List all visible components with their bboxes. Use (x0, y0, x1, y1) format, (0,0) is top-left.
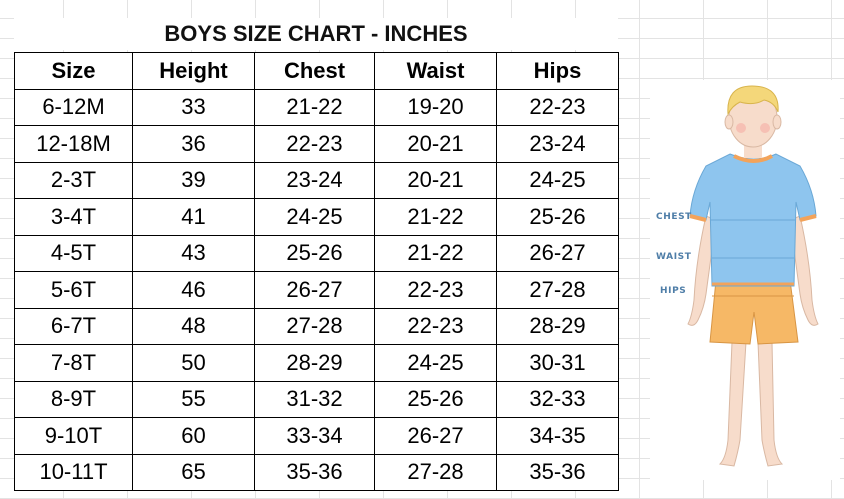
cell-chest: 22-23 (254, 125, 375, 163)
column-header-waist: Waist (374, 52, 497, 90)
column-header-hips: Hips (496, 52, 619, 90)
cell-size: 2-3T (14, 161, 133, 199)
cell-size: 6-12M (14, 88, 133, 126)
cell-height: 48 (132, 307, 255, 345)
cell-size: 9-10T (14, 417, 133, 455)
table-row: 10-11T 65 35-36 27-28 35-36 (14, 453, 619, 491)
cell-height: 50 (132, 344, 255, 382)
cell-hips: 24-25 (496, 161, 619, 199)
header-row: Size Height Chest Waist Hips (14, 52, 619, 90)
chart-title: BOYS SIZE CHART - INCHES (14, 18, 618, 50)
cell-height: 33 (132, 88, 255, 126)
cell-waist: 21-22 (374, 234, 497, 272)
cell-height: 55 (132, 380, 255, 418)
cell-hips: 22-23 (496, 88, 619, 126)
cell-hips: 28-29 (496, 307, 619, 345)
size-chart-table: Size Height Chest Waist Hips 6-12M 33 21-2… (14, 52, 619, 491)
cell-chest: 27-28 (254, 307, 375, 345)
cell-waist: 26-27 (374, 417, 497, 455)
column-header-chest: Chest (254, 52, 375, 90)
cell-waist: 24-25 (374, 344, 497, 382)
column-header-height: Height (132, 52, 255, 90)
cell-waist: 22-23 (374, 307, 497, 345)
cell-chest: 33-34 (254, 417, 375, 455)
chest-label: CHEST (656, 212, 692, 222)
table-row: 5-6T 46 26-27 22-23 27-28 (14, 271, 619, 309)
cell-waist: 21-22 (374, 198, 497, 236)
cell-chest: 31-32 (254, 380, 375, 418)
cell-hips: 32-33 (496, 380, 619, 418)
table-body: 6-12M 33 21-22 19-20 22-23 12-18M 36 22-23 20-21… (14, 88, 619, 491)
left-leg (718, 341, 747, 467)
cell-height: 41 (132, 198, 255, 236)
table-row: 9-10T 60 33-34 26-27 34-35 (14, 417, 619, 455)
cell-chest: 25-26 (254, 234, 375, 272)
left-cheek (736, 123, 746, 133)
cell-chest: 28-29 (254, 344, 375, 382)
cell-size: 12-18M (14, 125, 133, 163)
cell-height: 43 (132, 234, 255, 272)
table-row: 7-8T 50 28-29 24-25 30-31 (14, 344, 619, 382)
cell-waist: 27-28 (374, 453, 497, 491)
cell-height: 65 (132, 453, 255, 491)
cell-size: 5-6T (14, 271, 133, 309)
cell-hips: 27-28 (496, 271, 619, 309)
cell-size: 8-9T (14, 380, 133, 418)
column-header-size: Size (14, 52, 133, 90)
cell-chest: 26-27 (254, 271, 375, 309)
cell-size: 6-7T (14, 307, 133, 345)
cell-hips: 26-27 (496, 234, 619, 272)
shorts (709, 279, 799, 345)
table-row: 6-7T 48 27-28 22-23 28-29 (14, 307, 619, 345)
table-row: 8-9T 55 31-32 25-26 32-33 (14, 380, 619, 418)
cell-chest: 24-25 (254, 198, 375, 236)
boy-measurement-figure: CHEST WAIST HIPS (650, 80, 840, 480)
cell-size: 3-4T (14, 198, 133, 236)
table-row: 4-5T 43 25-26 21-22 26-27 (14, 234, 619, 272)
table-row: 3-4T 41 24-25 21-22 25-26 (14, 198, 619, 236)
cell-hips: 30-31 (496, 344, 619, 382)
cell-hips: 25-26 (496, 198, 619, 236)
cell-hips: 23-24 (496, 125, 619, 163)
right-ear (772, 114, 782, 130)
cell-height: 60 (132, 417, 255, 455)
table-row: 2-3T 39 23-24 20-21 24-25 (14, 161, 619, 199)
cell-hips: 34-35 (496, 417, 619, 455)
cell-size: 4-5T (14, 234, 133, 272)
cell-waist: 25-26 (374, 380, 497, 418)
cell-hips: 35-36 (496, 453, 619, 491)
right-cheek (760, 123, 770, 133)
cell-waist: 20-21 (374, 161, 497, 199)
table-row: 12-18M 36 22-23 20-21 23-24 (14, 125, 619, 163)
cell-waist: 22-23 (374, 271, 497, 309)
table-row: 6-12M 33 21-22 19-20 22-23 (14, 88, 619, 126)
waist-label: WAIST (656, 252, 692, 262)
cell-size: 10-11T (14, 453, 133, 491)
cell-size: 7-8T (14, 344, 133, 382)
cell-height: 46 (132, 271, 255, 309)
cell-chest: 35-36 (254, 453, 375, 491)
right-leg (757, 341, 784, 467)
hips-label: HIPS (660, 286, 687, 296)
cell-height: 39 (132, 161, 255, 199)
cell-waist: 19-20 (374, 88, 497, 126)
cell-chest: 23-24 (254, 161, 375, 199)
boy-illustration (687, 85, 819, 467)
left-ear (724, 114, 734, 130)
cell-waist: 20-21 (374, 125, 497, 163)
cell-height: 36 (132, 125, 255, 163)
cell-chest: 21-22 (254, 88, 375, 126)
